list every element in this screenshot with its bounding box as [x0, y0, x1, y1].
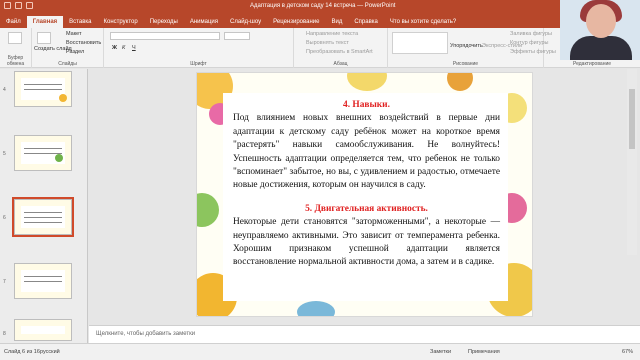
redo-icon[interactable] — [26, 2, 33, 9]
thumb-line — [24, 217, 62, 218]
thumb-line — [24, 222, 62, 223]
thumb-number: 8 — [3, 331, 6, 337]
slide-thumbnail-pane[interactable]: 4 5 6 7 8 — [0, 69, 88, 343]
slide-counter: Слайд 6 из 16 — [4, 349, 40, 355]
webcam-overlay — [560, 0, 640, 60]
reset-button[interactable]: Восстановить — [66, 40, 101, 46]
slide-thumbnail[interactable] — [14, 71, 72, 107]
notes-pane[interactable]: Щелкните, чтобы добавить заметки — [89, 325, 640, 343]
notes-toggle[interactable]: Заметки — [430, 349, 451, 355]
group-label-drawing: Рисование — [452, 61, 479, 67]
italic-button[interactable]: К — [122, 45, 125, 51]
align-text-button[interactable]: Выровнять текст — [306, 40, 349, 46]
text-direction-button[interactable]: Направление текста — [306, 31, 358, 37]
zoom-level[interactable]: 67% — [622, 349, 633, 355]
ribbon-tabs: Файл Главная Вставка Конструктор Переход… — [0, 14, 640, 28]
window-title: Адаптация в детском саду 14 встреча — Po… — [250, 3, 396, 9]
current-slide[interactable]: 4. Навыки. Под влиянием новых внешних во… — [196, 72, 533, 317]
slide-thumbnail[interactable] — [14, 319, 72, 341]
tab-help[interactable]: Справка — [348, 16, 384, 28]
flower-decoration — [447, 73, 473, 91]
drawing-group: Упорядочить Экспресс-стили Заливка фигур… — [388, 28, 556, 68]
tab-file[interactable]: Файл — [0, 16, 27, 28]
group-label-paragraph: Абзац — [333, 61, 348, 67]
tab-review[interactable]: Рецензирование — [267, 16, 325, 28]
section-button[interactable]: Раздел — [66, 49, 84, 55]
flower-decoration — [347, 73, 387, 91]
thumb-line — [24, 84, 62, 85]
comments-toggle[interactable]: Примечания — [468, 349, 500, 355]
thumb-body — [21, 326, 65, 334]
tab-home[interactable]: Главная — [26, 16, 64, 28]
thumb-number: 5 — [3, 151, 6, 157]
presenter-body — [570, 36, 632, 60]
arrange-button[interactable]: Упорядочить — [450, 43, 483, 49]
thumb-flower — [55, 154, 63, 162]
notes-placeholder: Щелкните, чтобы добавить заметки — [96, 331, 196, 337]
thumb-line — [24, 212, 62, 213]
thumb-flower — [59, 94, 67, 102]
workspace: 4 5 6 7 8 4. Навыки. Под влиянием новых … — [0, 69, 640, 343]
shape-outline-button[interactable]: Контур фигуры — [510, 40, 548, 46]
group-label-clipboard: Буфер обмена — [6, 55, 25, 67]
font-size-combo[interactable] — [224, 32, 250, 40]
tab-insert[interactable]: Вставка — [63, 16, 97, 28]
font-name-combo[interactable] — [110, 32, 220, 40]
slide-text-box[interactable]: 4. Навыки. Под влиянием новых внешних во… — [233, 99, 500, 270]
thumb-number: 6 — [3, 215, 6, 221]
thumb-line — [24, 148, 62, 149]
save-icon[interactable] — [4, 2, 11, 9]
language-indicator[interactable]: русский — [40, 349, 60, 355]
paste-icon[interactable] — [8, 32, 22, 44]
heading-motor-activity: 5. Двигательная активность. — [305, 203, 428, 214]
scrollbar-thumb[interactable] — [629, 89, 635, 149]
slide-editor[interactable]: 4. Навыки. Под влиянием новых внешних во… — [89, 69, 640, 324]
paragraph-motor-activity: Некоторые дети становятся "заторможенным… — [233, 217, 500, 268]
thumb-number: 7 — [3, 279, 6, 285]
slide-thumbnail[interactable] — [14, 135, 72, 171]
slide-thumbnail-selected[interactable] — [12, 197, 74, 237]
layout-button[interactable]: Макет — [66, 31, 82, 37]
slides-group: Создать слайд Макет Восстановить Раздел … — [32, 28, 104, 68]
tab-animations[interactable]: Анимация — [184, 16, 224, 28]
tab-design[interactable]: Конструктор — [97, 16, 143, 28]
group-label-font: Шрифт — [190, 61, 207, 67]
status-bar: Слайд 6 из 16 русский Заметки Примечания… — [0, 343, 640, 360]
bold-button[interactable]: Ж — [112, 45, 117, 51]
clipboard-group: Буфер обмена — [0, 28, 32, 68]
shapes-gallery[interactable] — [392, 32, 448, 54]
quick-access-toolbar — [4, 2, 33, 9]
leaf-decoration — [197, 193, 219, 227]
slide-thumbnail[interactable] — [14, 263, 72, 299]
tab-slideshow[interactable]: Слайд-шоу — [224, 16, 267, 28]
tab-transitions[interactable]: Переходы — [144, 16, 184, 28]
paragraph-group: Направление текста Выровнять текст Преоб… — [294, 28, 388, 68]
title-bar: Адаптация в детском саду 14 встреча — Po… — [0, 0, 640, 14]
thumb-number: 4 — [3, 87, 6, 93]
font-group: Ж К Ч Шрифт — [104, 28, 294, 68]
thumb-line — [24, 89, 62, 90]
thumb-line — [24, 276, 62, 277]
undo-icon[interactable] — [15, 2, 22, 9]
tell-me-search[interactable]: Что вы хотите сделать? — [384, 16, 462, 28]
paragraph-skills: Под влиянием новых внешних воздействий в… — [233, 113, 500, 191]
ribbon: Буфер обмена Создать слайд Макет Восстан… — [0, 28, 640, 68]
group-label-editing: Редактирование — [572, 61, 612, 67]
tab-view[interactable]: Вид — [325, 16, 348, 28]
new-slide-icon[interactable] — [37, 32, 51, 44]
presenter-face — [586, 4, 616, 38]
heading-skills: 4. Навыки. — [343, 100, 390, 110]
underline-button[interactable]: Ч — [132, 45, 136, 51]
smartart-button[interactable]: Преобразовать в SmartArt — [306, 49, 373, 55]
flower-decoration — [297, 301, 335, 316]
group-label-slides: Слайды — [58, 61, 77, 67]
thumb-line — [24, 281, 62, 282]
vertical-scrollbar[interactable] — [627, 69, 637, 255]
